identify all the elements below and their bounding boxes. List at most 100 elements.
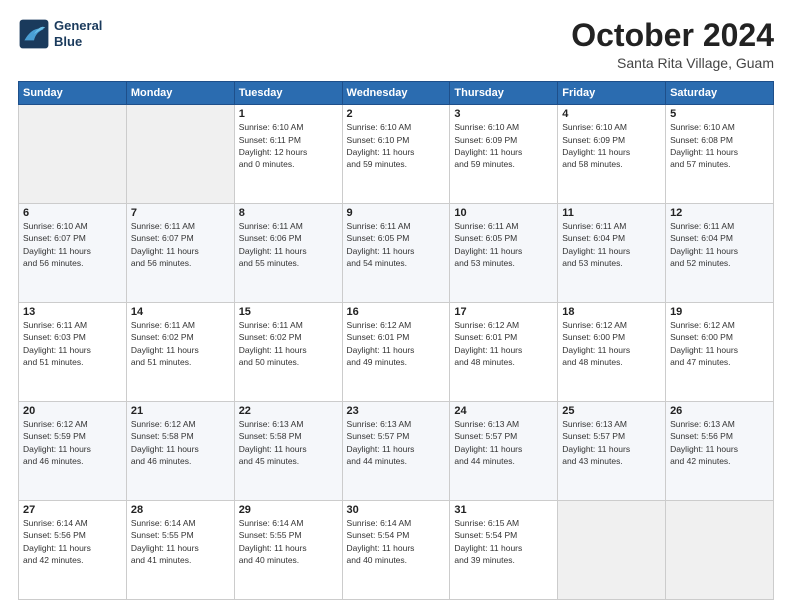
calendar-week-1: 1Sunrise: 6:10 AM Sunset: 6:11 PM Daylig… [19,105,774,204]
calendar-cell: 15Sunrise: 6:11 AM Sunset: 6:02 PM Dayli… [234,303,342,402]
day-number: 10 [454,207,553,219]
calendar-cell: 12Sunrise: 6:11 AM Sunset: 6:04 PM Dayli… [666,204,774,303]
day-info: Sunrise: 6:11 AM Sunset: 6:05 PM Dayligh… [347,220,446,269]
day-info: Sunrise: 6:13 AM Sunset: 5:57 PM Dayligh… [454,418,553,467]
day-number: 6 [23,207,122,219]
calendar-cell: 11Sunrise: 6:11 AM Sunset: 6:04 PM Dayli… [558,204,666,303]
day-number: 4 [562,108,661,120]
main-title: October 2024 [571,18,774,53]
day-number: 16 [347,306,446,318]
day-number: 15 [239,306,338,318]
calendar-cell: 2Sunrise: 6:10 AM Sunset: 6:10 PM Daylig… [342,105,450,204]
calendar-cell: 6Sunrise: 6:10 AM Sunset: 6:07 PM Daylig… [19,204,127,303]
page: General Blue October 2024 Santa Rita Vil… [0,0,792,612]
day-info: Sunrise: 6:12 AM Sunset: 6:01 PM Dayligh… [347,319,446,368]
day-info: Sunrise: 6:12 AM Sunset: 6:01 PM Dayligh… [454,319,553,368]
calendar-cell [126,105,234,204]
calendar-cell: 23Sunrise: 6:13 AM Sunset: 5:57 PM Dayli… [342,402,450,501]
day-info: Sunrise: 6:13 AM Sunset: 5:57 PM Dayligh… [562,418,661,467]
day-info: Sunrise: 6:11 AM Sunset: 6:02 PM Dayligh… [131,319,230,368]
calendar-cell: 17Sunrise: 6:12 AM Sunset: 6:01 PM Dayli… [450,303,558,402]
day-info: Sunrise: 6:12 AM Sunset: 5:58 PM Dayligh… [131,418,230,467]
day-info: Sunrise: 6:11 AM Sunset: 6:07 PM Dayligh… [131,220,230,269]
calendar-cell: 21Sunrise: 6:12 AM Sunset: 5:58 PM Dayli… [126,402,234,501]
calendar-week-4: 20Sunrise: 6:12 AM Sunset: 5:59 PM Dayli… [19,402,774,501]
day-number: 26 [670,405,769,417]
day-number: 3 [454,108,553,120]
calendar-cell: 22Sunrise: 6:13 AM Sunset: 5:58 PM Dayli… [234,402,342,501]
calendar-header-saturday: Saturday [666,82,774,105]
day-number: 23 [347,405,446,417]
day-info: Sunrise: 6:13 AM Sunset: 5:57 PM Dayligh… [347,418,446,467]
day-info: Sunrise: 6:13 AM Sunset: 5:58 PM Dayligh… [239,418,338,467]
day-number: 8 [239,207,338,219]
calendar-cell: 19Sunrise: 6:12 AM Sunset: 6:00 PM Dayli… [666,303,774,402]
day-number: 20 [23,405,122,417]
calendar-header-tuesday: Tuesday [234,82,342,105]
day-info: Sunrise: 6:10 AM Sunset: 6:09 PM Dayligh… [562,121,661,170]
day-number: 18 [562,306,661,318]
calendar-week-2: 6Sunrise: 6:10 AM Sunset: 6:07 PM Daylig… [19,204,774,303]
calendar-week-3: 13Sunrise: 6:11 AM Sunset: 6:03 PM Dayli… [19,303,774,402]
logo: General Blue [18,18,102,50]
day-number: 24 [454,405,553,417]
day-info: Sunrise: 6:14 AM Sunset: 5:56 PM Dayligh… [23,517,122,566]
calendar-cell [19,105,127,204]
day-number: 12 [670,207,769,219]
day-info: Sunrise: 6:11 AM Sunset: 6:03 PM Dayligh… [23,319,122,368]
calendar-header-thursday: Thursday [450,82,558,105]
day-number: 28 [131,504,230,516]
logo-text: General Blue [54,18,102,49]
calendar-cell [666,501,774,600]
day-info: Sunrise: 6:12 AM Sunset: 6:00 PM Dayligh… [670,319,769,368]
day-info: Sunrise: 6:14 AM Sunset: 5:55 PM Dayligh… [239,517,338,566]
day-info: Sunrise: 6:11 AM Sunset: 6:06 PM Dayligh… [239,220,338,269]
calendar-cell: 29Sunrise: 6:14 AM Sunset: 5:55 PM Dayli… [234,501,342,600]
day-number: 21 [131,405,230,417]
subtitle: Santa Rita Village, Guam [571,55,774,71]
calendar-cell: 27Sunrise: 6:14 AM Sunset: 5:56 PM Dayli… [19,501,127,600]
calendar-cell: 25Sunrise: 6:13 AM Sunset: 5:57 PM Dayli… [558,402,666,501]
day-info: Sunrise: 6:12 AM Sunset: 5:59 PM Dayligh… [23,418,122,467]
header: General Blue October 2024 Santa Rita Vil… [18,18,774,71]
calendar-header-monday: Monday [126,82,234,105]
day-number: 5 [670,108,769,120]
day-number: 2 [347,108,446,120]
day-info: Sunrise: 6:12 AM Sunset: 6:00 PM Dayligh… [562,319,661,368]
calendar-header-friday: Friday [558,82,666,105]
calendar-header-wednesday: Wednesday [342,82,450,105]
calendar-week-5: 27Sunrise: 6:14 AM Sunset: 5:56 PM Dayli… [19,501,774,600]
calendar-cell: 10Sunrise: 6:11 AM Sunset: 6:05 PM Dayli… [450,204,558,303]
day-number: 27 [23,504,122,516]
calendar-cell: 8Sunrise: 6:11 AM Sunset: 6:06 PM Daylig… [234,204,342,303]
calendar-cell: 5Sunrise: 6:10 AM Sunset: 6:08 PM Daylig… [666,105,774,204]
day-number: 19 [670,306,769,318]
day-number: 1 [239,108,338,120]
day-number: 9 [347,207,446,219]
day-info: Sunrise: 6:11 AM Sunset: 6:04 PM Dayligh… [562,220,661,269]
day-number: 11 [562,207,661,219]
calendar-cell: 24Sunrise: 6:13 AM Sunset: 5:57 PM Dayli… [450,402,558,501]
calendar-cell: 4Sunrise: 6:10 AM Sunset: 6:09 PM Daylig… [558,105,666,204]
calendar-cell: 31Sunrise: 6:15 AM Sunset: 5:54 PM Dayli… [450,501,558,600]
calendar-header-sunday: Sunday [19,82,127,105]
day-number: 14 [131,306,230,318]
day-info: Sunrise: 6:10 AM Sunset: 6:07 PM Dayligh… [23,220,122,269]
day-info: Sunrise: 6:10 AM Sunset: 6:11 PM Dayligh… [239,121,338,170]
calendar-header-row: SundayMondayTuesdayWednesdayThursdayFrid… [19,82,774,105]
day-number: 31 [454,504,553,516]
day-info: Sunrise: 6:10 AM Sunset: 6:09 PM Dayligh… [454,121,553,170]
calendar-cell: 18Sunrise: 6:12 AM Sunset: 6:00 PM Dayli… [558,303,666,402]
day-number: 17 [454,306,553,318]
calendar-cell: 3Sunrise: 6:10 AM Sunset: 6:09 PM Daylig… [450,105,558,204]
calendar-cell: 28Sunrise: 6:14 AM Sunset: 5:55 PM Dayli… [126,501,234,600]
day-info: Sunrise: 6:11 AM Sunset: 6:02 PM Dayligh… [239,319,338,368]
calendar-cell [558,501,666,600]
calendar-table: SundayMondayTuesdayWednesdayThursdayFrid… [18,81,774,600]
day-number: 13 [23,306,122,318]
day-info: Sunrise: 6:10 AM Sunset: 6:08 PM Dayligh… [670,121,769,170]
day-info: Sunrise: 6:11 AM Sunset: 6:04 PM Dayligh… [670,220,769,269]
title-block: October 2024 Santa Rita Village, Guam [571,18,774,71]
calendar-cell: 13Sunrise: 6:11 AM Sunset: 6:03 PM Dayli… [19,303,127,402]
day-number: 25 [562,405,661,417]
